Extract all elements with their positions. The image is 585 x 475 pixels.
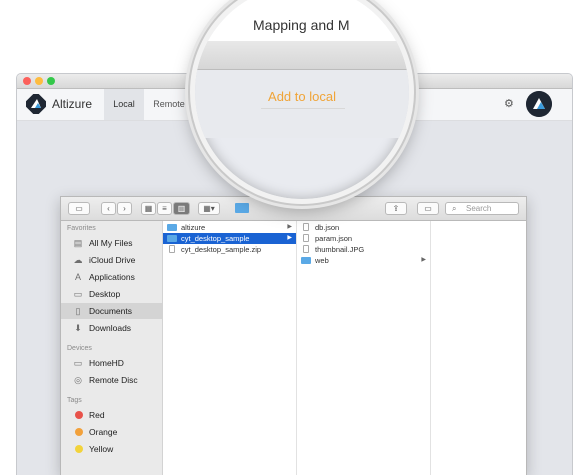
documents-icon: ▯	[75, 306, 81, 316]
column-view-button[interactable]: ▥	[173, 202, 190, 215]
sidebar-item-label: Documents	[89, 306, 132, 316]
file-name: cyt_desktop_sample.zip	[181, 245, 262, 254]
sidebar-item-label: Downloads	[89, 323, 132, 333]
list-view-button[interactable]: ≡	[157, 202, 172, 215]
file-name: param.json	[315, 234, 353, 243]
sidebar-item-label: Yellow	[89, 444, 114, 454]
tag-yellow-dot	[75, 445, 83, 453]
list-item[interactable]: cyt_desktop_sample ▶	[163, 233, 296, 244]
applications-icon: A	[74, 272, 81, 282]
folder-icon	[301, 257, 311, 264]
sidebar-item-tag-orange[interactable]: Orange	[61, 424, 162, 440]
devices-heading: Devices	[67, 345, 92, 352]
icon-view-button[interactable]: ▦	[141, 202, 156, 215]
tag-red-dot	[75, 411, 83, 419]
cloud-icon: ☁	[73, 255, 83, 265]
favorites-heading: Favorites	[67, 225, 96, 232]
finder-window: ▭ ‹ › ▦ ≡ ▥ ▦▾ ⇪ ▭ ⌕ Search Favorites ▤ …	[60, 196, 527, 475]
add-to-local-underline	[261, 108, 345, 109]
folder-icon	[167, 224, 177, 231]
sidebar-item-label: Orange	[89, 427, 118, 437]
sidebar-item-downloads[interactable]: ⬇ Downloads	[61, 320, 162, 336]
disk-icon: ▭	[73, 358, 83, 368]
file-name: db.json	[315, 223, 340, 232]
search-icon: ⌕	[452, 204, 457, 213]
file-icon	[303, 223, 309, 231]
file-name: altizure	[181, 223, 206, 232]
all-files-icon: ▤	[73, 238, 83, 248]
list-item[interactable]: altizure ▶	[163, 222, 296, 233]
altizure-logo-icon	[26, 94, 46, 114]
tags-heading: Tags	[67, 397, 82, 404]
avatar[interactable]	[526, 91, 552, 117]
tag-orange-dot	[75, 428, 83, 436]
sidebar-item-label: Remote Disc	[89, 375, 138, 385]
list-item[interactable]: thumbnail.JPG	[297, 244, 430, 255]
sidebar-toggle-button[interactable]: ▭	[68, 202, 90, 215]
chevron-right-icon: ▶	[421, 257, 426, 263]
app-name: Altizure	[52, 97, 93, 111]
chevron-right-icon: ▶	[287, 224, 292, 230]
list-item[interactable]: web ▶	[297, 255, 430, 266]
downloads-icon: ⬇	[74, 323, 82, 333]
finder-sidebar: Favorites ▤ All My Files ☁ iCloud Drive …	[61, 221, 163, 475]
magnified-titlebar	[195, 41, 409, 70]
list-item[interactable]: param.json	[297, 233, 430, 244]
sidebar-item-applications[interactable]: A Applications	[61, 269, 162, 285]
sidebar-item-tag-red[interactable]: Red	[61, 407, 162, 423]
tab-remote[interactable]: Remote	[148, 89, 190, 120]
search-placeholder: Search	[466, 204, 492, 213]
file-icon	[303, 245, 309, 253]
sidebar-item-all-my-files[interactable]: ▤ All My Files	[61, 235, 162, 251]
sidebar-item-remote-disc[interactable]: ◎ Remote Disc	[61, 372, 162, 388]
file-icon	[303, 234, 309, 242]
gear-icon[interactable]: ⚙	[504, 97, 514, 110]
arrange-button[interactable]: ▦▾	[198, 202, 220, 215]
disc-icon: ◎	[74, 375, 82, 385]
tags-button[interactable]: ▭	[417, 202, 439, 215]
sidebar-item-label: Applications	[89, 272, 135, 282]
chevron-right-icon: ▶	[287, 235, 292, 241]
sidebar-item-desktop[interactable]: ▭ Desktop	[61, 286, 162, 302]
sidebar-item-tag-yellow[interactable]: Yellow	[61, 441, 162, 457]
back-button[interactable]: ‹	[101, 202, 116, 215]
sidebar-item-label: iCloud Drive	[89, 255, 136, 265]
file-icon	[169, 245, 175, 253]
add-to-local-button[interactable]: Add to local	[195, 89, 409, 104]
magnified-toolbar	[195, 70, 409, 138]
finder-column-1: altizure ▶ cyt_desktop_sample ▶ cyt_desk…	[163, 221, 297, 475]
sidebar-item-label: Desktop	[89, 289, 121, 299]
folder-icon	[235, 203, 249, 213]
finder-column-2: db.json param.json thumbnail.JPG web ▶	[297, 221, 431, 475]
sidebar-item-icloud-drive[interactable]: ☁ iCloud Drive	[61, 252, 162, 268]
file-name: thumbnail.JPG	[315, 245, 365, 254]
tab-local[interactable]: Local	[104, 89, 144, 120]
sidebar-item-label: All My Files	[89, 238, 133, 248]
desktop-icon: ▭	[73, 289, 83, 299]
sidebar-item-documents[interactable]: ▯ Documents	[61, 303, 162, 319]
list-item[interactable]: db.json	[297, 222, 430, 233]
sidebar-item-homehd[interactable]: ▭ HomeHD	[61, 355, 162, 371]
magnified-heading: Mapping and M	[253, 17, 350, 33]
sidebar-item-label: Red	[89, 410, 105, 420]
sidebar-item-label: HomeHD	[89, 358, 124, 368]
search-input[interactable]: ⌕ Search	[445, 202, 519, 215]
file-name: cyt_desktop_sample	[181, 234, 250, 243]
share-button[interactable]: ⇪	[385, 202, 407, 215]
list-item[interactable]: cyt_desktop_sample.zip	[163, 244, 296, 255]
file-name: web	[315, 256, 329, 265]
forward-button[interactable]: ›	[117, 202, 132, 215]
folder-icon	[167, 235, 177, 242]
